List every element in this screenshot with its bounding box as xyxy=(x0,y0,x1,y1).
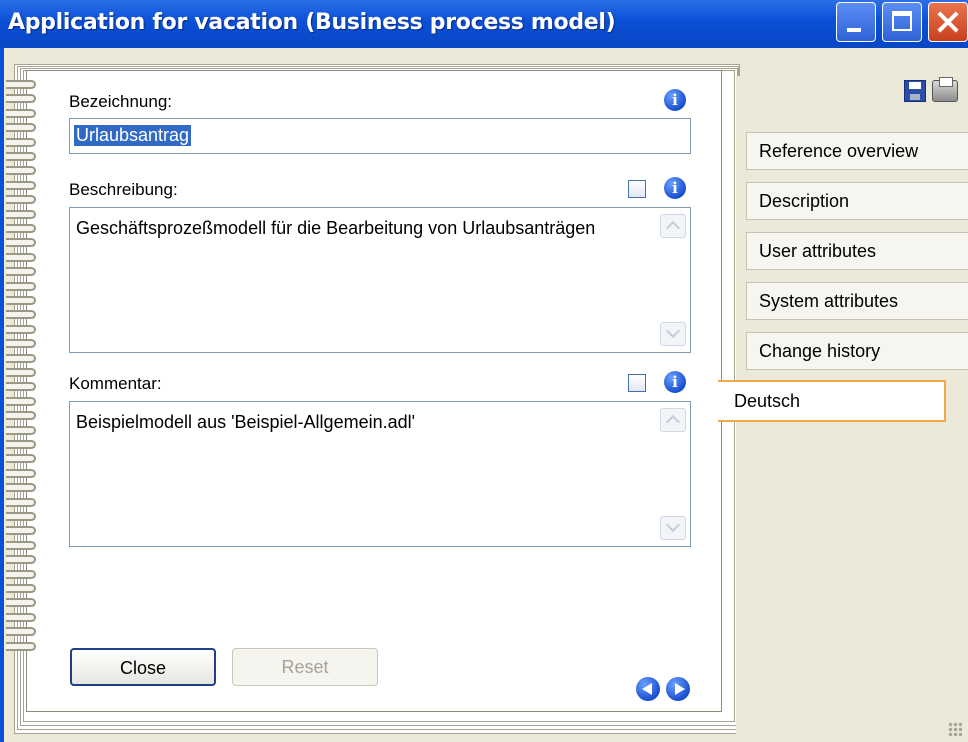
spiral-ring xyxy=(6,382,36,392)
info-icon[interactable]: i xyxy=(664,371,686,393)
tab-user-attributes[interactable]: User attributes xyxy=(746,232,968,270)
spiral-ring xyxy=(6,195,36,205)
tab-deutsch[interactable]: Deutsch xyxy=(718,380,946,422)
spiral-ring xyxy=(6,224,36,233)
bezeichnung-value: Urlaubsantrag xyxy=(74,125,192,146)
spiral-ring xyxy=(6,310,36,320)
spiral-ring xyxy=(6,137,36,147)
spiral-ring xyxy=(6,555,36,565)
bezeichnung-label: Bezeichnung: xyxy=(69,92,173,111)
info-icon[interactable]: i xyxy=(664,177,686,199)
beschreibung-value: Geschäftsprozeßmodell für die Bearbeitun… xyxy=(76,218,596,238)
spiral-ring xyxy=(6,440,36,449)
spiral-ring xyxy=(6,598,36,608)
tab-description[interactable]: Description xyxy=(746,182,968,220)
save-icon[interactable] xyxy=(904,80,926,102)
spiral-ring xyxy=(6,526,36,536)
spiral-ring xyxy=(6,497,36,507)
print-icon[interactable] xyxy=(932,77,958,102)
spiral-ring xyxy=(6,339,36,349)
beschreibung-textarea[interactable]: Geschäftsprozeßmodell für die Bearbeitun… xyxy=(69,207,691,353)
spiral-ring xyxy=(6,166,36,176)
scroll-down-button[interactable] xyxy=(660,516,686,540)
close-button[interactable]: Close xyxy=(70,648,216,686)
spiral-ring xyxy=(6,180,36,190)
spiral-ring xyxy=(6,152,36,161)
spiral-ring xyxy=(6,281,36,291)
spiral-ring xyxy=(6,483,36,493)
checkbox-icon[interactable] xyxy=(628,374,646,392)
spiral-ring xyxy=(6,627,36,637)
spiral-ring xyxy=(6,641,36,651)
nav-next-icon[interactable] xyxy=(666,677,690,701)
close-window-button[interactable] xyxy=(928,2,968,42)
minimize-button[interactable] xyxy=(836,2,876,42)
spiral-ring xyxy=(6,252,36,262)
spiral-ring xyxy=(6,584,36,593)
scroll-down-button[interactable] xyxy=(660,322,686,346)
spiral-ring xyxy=(6,238,36,248)
beschreibung-label: Beschreibung: xyxy=(69,180,178,199)
spiral-ring xyxy=(6,94,36,104)
scroll-up-button[interactable] xyxy=(660,408,686,432)
spiral-ring xyxy=(6,468,36,478)
kommentar-textarea[interactable]: Beispielmodell aus 'Beispiel-Allgemein.a… xyxy=(69,401,691,547)
window-title: Application for vacation (Business proce… xyxy=(8,10,616,35)
spiral-ring xyxy=(6,612,36,622)
spiral-ring xyxy=(6,123,36,133)
spiral-ring xyxy=(6,512,36,521)
spiral-ring xyxy=(6,296,36,305)
spiral-ring xyxy=(6,411,36,421)
resize-grip[interactable] xyxy=(948,722,962,736)
scroll-up-button[interactable] xyxy=(660,214,686,238)
spiral-ring xyxy=(6,396,36,406)
notebook-spiral xyxy=(6,80,40,690)
spiral-ring xyxy=(6,425,36,435)
tab-change-history[interactable]: Change history xyxy=(746,332,968,370)
kommentar-value: Beispielmodell aus 'Beispiel-Allgemein.a… xyxy=(76,412,416,432)
spiral-ring xyxy=(6,353,36,363)
spiral-ring xyxy=(6,80,36,89)
maximize-button[interactable] xyxy=(882,2,922,42)
kommentar-label: Kommentar: xyxy=(69,374,162,393)
window-frame xyxy=(0,48,4,742)
checkbox-icon[interactable] xyxy=(628,180,646,198)
spiral-ring xyxy=(6,569,36,579)
tab-reference-overview[interactable]: Reference overview xyxy=(746,132,968,170)
bezeichnung-input[interactable]: Urlaubsantrag xyxy=(69,118,691,154)
title-bar: Application for vacation (Business proce… xyxy=(0,0,968,48)
nav-prev-icon[interactable] xyxy=(636,677,660,701)
spiral-ring xyxy=(6,108,36,118)
reset-button[interactable]: Reset xyxy=(232,648,378,686)
info-icon[interactable]: i xyxy=(664,89,686,111)
spiral-ring xyxy=(6,324,36,334)
spiral-ring xyxy=(6,267,36,277)
tab-system-attributes[interactable]: System attributes xyxy=(746,282,968,320)
spiral-ring xyxy=(6,209,36,219)
spiral-ring xyxy=(6,454,36,464)
spiral-ring xyxy=(6,540,36,550)
spiral-ring xyxy=(6,368,36,377)
